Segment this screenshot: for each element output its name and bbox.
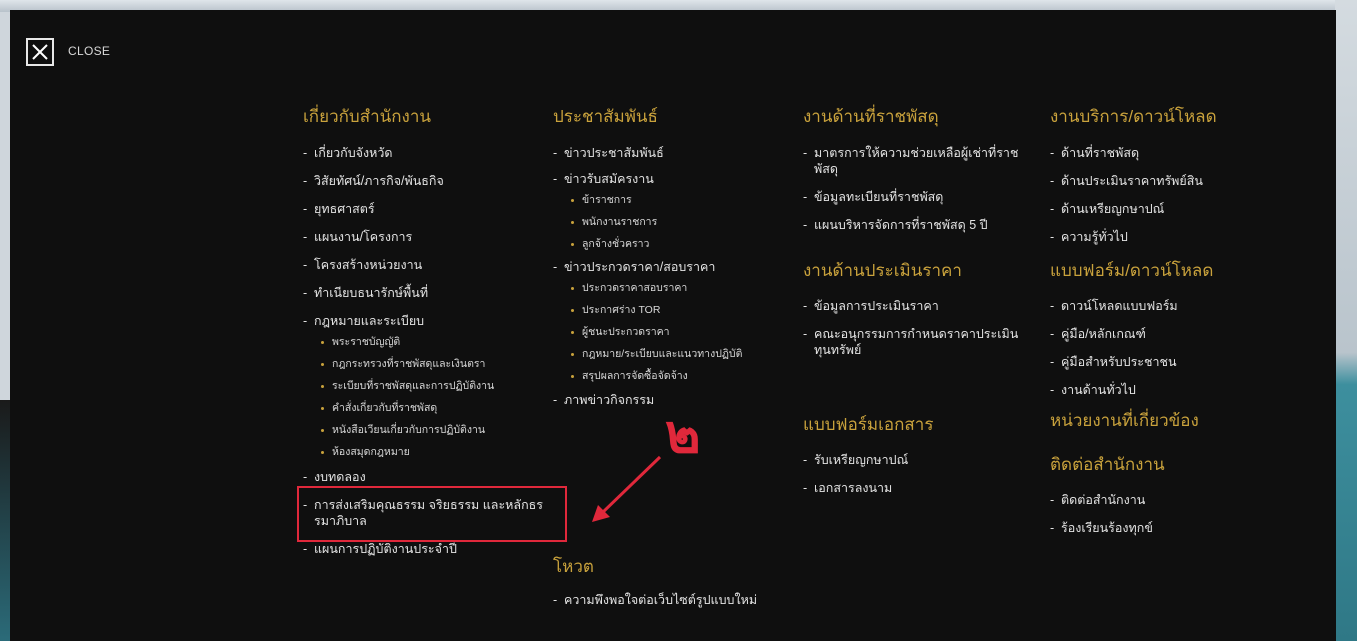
backdrop-right <box>1335 0 1357 641</box>
annotation-arrow <box>592 455 662 522</box>
mega-menu-panel: CLOSE เกี่ยวกับสำนักงาน เกี่ยวกับจังหวัด… <box>10 10 1336 641</box>
